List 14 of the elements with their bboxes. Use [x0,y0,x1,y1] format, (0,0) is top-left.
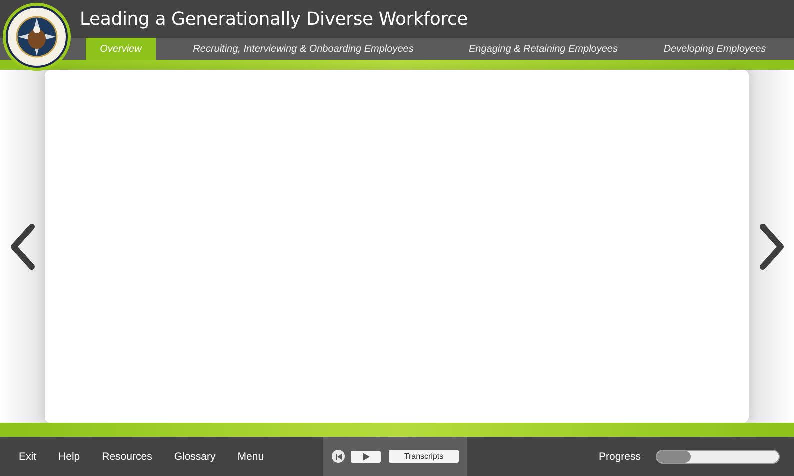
play-button[interactable] [351,450,381,462]
footer-link[interactable]: Help [58,450,80,462]
footer-link[interactable]: Exit [19,450,37,462]
footer-link[interactable]: Resources [102,450,152,462]
footer-link[interactable]: Glossary [174,450,216,462]
nav-tab[interactable]: Developing Employees [636,38,794,60]
transcripts-button[interactable]: Transcripts [389,450,459,463]
rewind-icon[interactable] [332,450,345,463]
play-icon [362,452,370,460]
nav-tab[interactable]: Engaging & Retaining Employees [451,38,636,60]
footer-link[interactable]: Menu [238,450,264,462]
progress-label: Progress [598,450,641,462]
course-title: Leading a Generationally Diverse Workforce [80,8,468,30]
nav-tab[interactable]: Recruiting, Interviewing & Onboarding Employees [156,38,451,60]
